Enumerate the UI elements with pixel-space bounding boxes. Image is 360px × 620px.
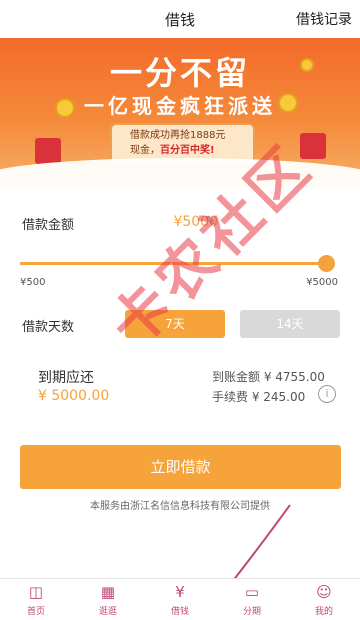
top-bar: 借钱 借钱记录 [0, 0, 360, 38]
days-label: 借款天数 [22, 320, 75, 335]
tab-mine[interactable]: ☺ 我的 [288, 579, 360, 620]
grid-icon: ▦ [100, 583, 116, 601]
fee-amount: 手续费 ¥ 245.00 [212, 390, 306, 404]
tab-installment[interactable]: ▭ 分期 [216, 579, 288, 620]
tab-label: 逛逛 [98, 607, 117, 617]
slider-knob[interactable] [318, 255, 335, 272]
bottom-tab-bar: ◫ 首页 ▦ 逛逛 ¥ 借钱 ▭ 分期 ☺ 我的 [0, 578, 360, 620]
gift-icon [300, 133, 326, 159]
max-amount: ¥5000 [306, 277, 338, 288]
promo-highlight: 百分百中奖! [160, 145, 215, 156]
tab-borrow[interactable]: ¥ 借钱 [144, 579, 216, 620]
due-value: ¥ 5000.00 [38, 388, 110, 404]
day-option-14[interactable]: 14天 [240, 310, 340, 338]
tab-label: 借钱 [170, 607, 189, 617]
promo-line2-prefix: 现金， [130, 145, 160, 156]
gift-icon [35, 138, 61, 164]
info-icon[interactable]: i [318, 385, 336, 403]
loan-record-link[interactable]: 借钱记录 [296, 9, 352, 29]
wallet-icon: ▭ [244, 583, 260, 601]
tab-label: 我的 [314, 607, 333, 617]
due-label: 到期应还 [38, 370, 94, 386]
tab-browse[interactable]: ▦ 逛逛 [72, 579, 144, 620]
tab-label: 首页 [26, 607, 45, 617]
shopping-bag-icon: ◫ [28, 583, 44, 601]
min-amount: ¥500 [20, 277, 46, 288]
banner-headline: 一分不留 [109, 54, 250, 92]
banner-subheadline: 一亿现金疯狂派送 [84, 94, 276, 118]
received-amount: 到账金额 ¥ 4755.00 [212, 370, 325, 384]
tab-home[interactable]: ◫ 首页 [0, 579, 72, 620]
tab-label: 分期 [242, 607, 261, 617]
promo-line1-prefix: 借款成功再抢 [130, 130, 190, 141]
amount-label: 借款金额 [22, 218, 75, 233]
user-icon: ☺ [316, 583, 332, 601]
submit-loan-button[interactable]: 立即借款 [20, 445, 341, 489]
promo-line1-amount: 1888元 [190, 130, 226, 141]
yen-card-icon: ¥ [175, 583, 185, 601]
